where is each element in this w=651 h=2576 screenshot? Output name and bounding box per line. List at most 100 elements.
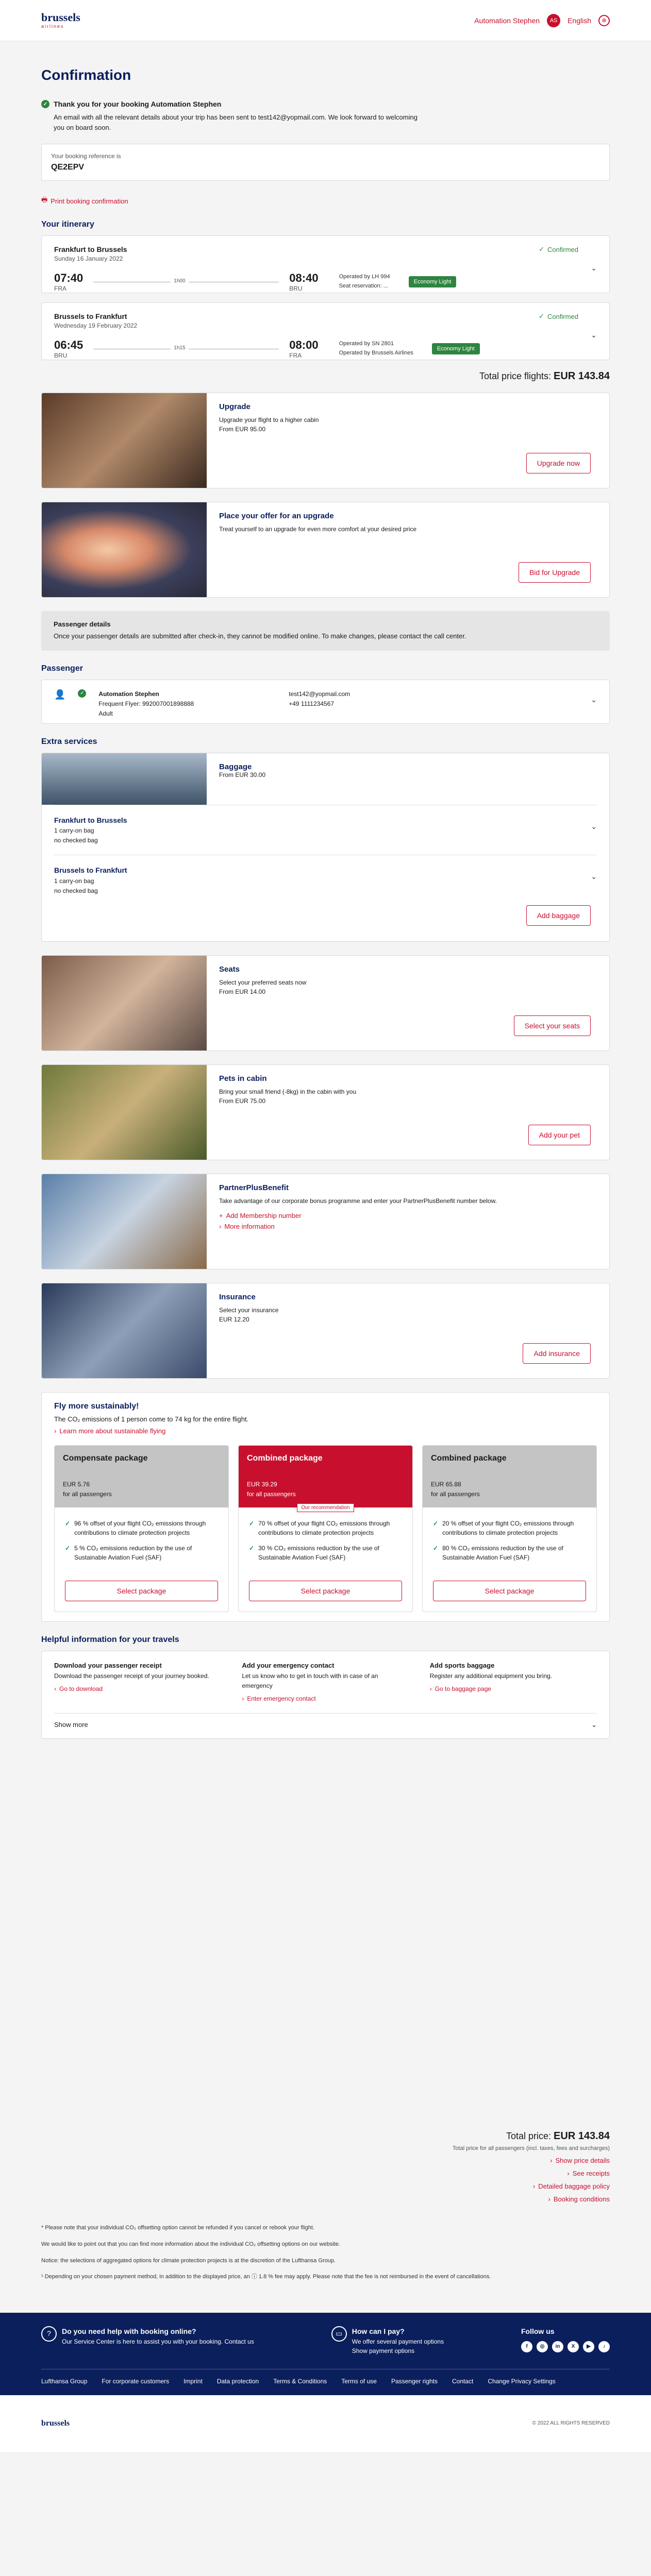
package-card: Combined package EUR 39.29 for all passeng… [238, 1445, 413, 1613]
bottom-bar: brussels © 2022 ALL RIGHTS RESERVED [0, 2395, 651, 2452]
youtube-icon[interactable]: ▶ [582, 2341, 594, 2352]
add-membership-link[interactable]: + Add Membership number [219, 1212, 597, 1219]
thanks-message: ✓ Thank you for your booking Automation S… [41, 97, 610, 132]
footer-link[interactable]: Contact [452, 2378, 473, 2385]
brand-logo[interactable]: brussels airlines [41, 12, 80, 29]
chevron-down-icon[interactable]: ⌄ [591, 331, 597, 340]
chevron-down-icon[interactable]: ⌄ [591, 696, 597, 704]
sustainable-flying-card: Fly more sustainably! The CO₂ emissions … [41, 1392, 610, 1622]
user-name[interactable]: Automation Stephen [474, 16, 540, 25]
baggage-page-link[interactable]: › Go to baggage page [430, 1684, 597, 1694]
chevron-down-icon[interactable]: ⌄ [591, 871, 597, 882]
check-icon: ✓ [539, 245, 545, 253]
linkedin-icon[interactable]: in [552, 2341, 563, 2352]
footer-logo[interactable]: brussels [41, 2419, 70, 2428]
add-insurance-button[interactable]: Add insurance [523, 1343, 591, 1364]
baggage-image [42, 753, 207, 805]
booking-reference: Your booking reference is QE2EPV [41, 144, 610, 181]
select-package-button[interactable]: Select package [249, 1581, 402, 1602]
passengers-image [42, 956, 207, 1051]
price-details-link[interactable]: › Show price details [550, 2157, 610, 2164]
status-badge: ✓ Confirmed [539, 245, 578, 253]
help-icon: ? [41, 2326, 57, 2342]
footer-total: Total price: EUR 143.84 Total price for … [452, 2130, 610, 2204]
flight-card[interactable]: Brussels to Frankfurt Wednesday 19 Febru… [41, 302, 610, 360]
check-icon: ✓ [41, 100, 49, 108]
download-link[interactable]: › Go to download [54, 1684, 221, 1694]
cabin-seat-image [42, 393, 207, 488]
footnotes: * Please note that your individual CO₂ o… [41, 2225, 491, 2280]
footer-link[interactable]: Imprint [183, 2378, 203, 2385]
total-price-flights: Total price flights: EUR 143.84 [479, 370, 610, 382]
business-people-image [42, 1174, 207, 1269]
flight-card[interactable]: Frankfurt to Brussels Sunday 16 January … [41, 235, 610, 293]
x-icon[interactable]: X [567, 2341, 579, 2352]
passenger-heading: Passenger [41, 664, 83, 673]
passenger-card[interactable]: 👤 ✓ Automation Stephen Frequent Flyer: 99… [41, 679, 610, 724]
top-header: brussels airlines Automation Stephen AS E… [0, 0, 651, 41]
insurance-card: Insurance Select your insurance EUR 12.20 A… [41, 1283, 610, 1379]
baggage-policy-link[interactable]: › Detailed baggage policy [533, 2182, 610, 2190]
partnerplus-card: PartnerPlusBenefit Take advantage of our … [41, 1174, 610, 1270]
baggage-card: Baggage From EUR 30.00 Frankfurt to Bruss… [41, 752, 610, 942]
passenger-details-notice: Passenger details Once your passenger de… [41, 611, 610, 651]
add-pet-button[interactable]: Add your pet [528, 1125, 591, 1146]
receipts-link[interactable]: › See receipts [567, 2170, 610, 2177]
footer-link[interactable]: For corporate customers [102, 2378, 169, 2385]
pets-card: Pets in cabin Bring your small friend (-8… [41, 1064, 610, 1161]
itinerary-heading: Your itinerary [41, 220, 94, 229]
select-seats-button[interactable]: Select your seats [513, 1015, 591, 1037]
footer-link[interactable]: Lufthansa Group [41, 2378, 87, 2385]
package-card: Combined package EUR 65.88 for all passeng… [422, 1445, 597, 1613]
extras-heading: Extra services [41, 737, 97, 746]
payment-options-link[interactable]: Show payment options [352, 2346, 444, 2355]
help-card: Download your passenger receipt Download … [41, 1651, 610, 1739]
learn-more-sustainable-link[interactable]: › Learn more about sustainable flying [54, 1427, 597, 1435]
airport-travellers-image [42, 1283, 207, 1379]
tiktok-icon[interactable]: ♪ [598, 2341, 610, 2352]
help-heading: Helpful information for your travels [41, 1635, 179, 1645]
show-more-toggle[interactable]: Show more ⌄ [54, 1713, 597, 1729]
globe-icon[interactable]: ⊕ [598, 14, 610, 26]
baggage-segment[interactable]: Brussels to Frankfurt 1 carry-on bag no ch… [54, 855, 597, 905]
bid-upgrade-card: Place your offer for an upgrade Treat yo… [41, 502, 610, 598]
printer-icon: 🖶 [41, 196, 48, 204]
person-icon: 👤 [54, 689, 66, 700]
avatar[interactable]: AS [547, 13, 561, 27]
chevron-down-icon: ⌄ [591, 1721, 597, 1729]
page-title: Confirmation [41, 67, 131, 83]
fare-badge: Economy Light [431, 343, 480, 354]
footer-link[interactable]: Change Privacy Settings [488, 2378, 555, 2385]
footer-link[interactable]: Passenger rights [391, 2378, 438, 2385]
language-selector[interactable]: English [567, 16, 591, 25]
recommendation-badge: Our recommendation [296, 1503, 355, 1513]
baggage-segment[interactable]: Frankfurt to Brussels 1 carry-on bag no ch… [54, 804, 597, 855]
status-badge: ✓ Confirmed [539, 312, 578, 320]
select-package-button[interactable]: Select package [65, 1581, 218, 1602]
footer-link[interactable]: Data protection [217, 2378, 259, 2385]
instagram-icon[interactable]: ◎ [536, 2341, 548, 2352]
chevron-down-icon[interactable]: ⌄ [591, 264, 597, 273]
select-package-button[interactable]: Select package [433, 1581, 586, 1602]
seats-card: Seats Select your preferred seats now From… [41, 955, 610, 1052]
credit-card-icon: ▭ [331, 2326, 347, 2342]
emergency-contact-link[interactable]: › Enter emergency contact [242, 1694, 409, 1704]
booking-conditions-link[interactable]: › Booking conditions [548, 2195, 610, 2203]
footer-link[interactable]: Terms & Conditions [273, 2378, 327, 2385]
bid-for-upgrade-button[interactable]: Bid for Upgrade [518, 562, 591, 583]
airplane-window-image [42, 502, 207, 597]
add-baggage-button[interactable]: Add baggage [526, 905, 591, 926]
check-icon: ✓ [78, 689, 87, 698]
more-information-link[interactable]: › More information [219, 1223, 597, 1230]
print-confirmation-link[interactable]: 🖶 Print booking confirmation [41, 195, 610, 207]
chevron-down-icon[interactable]: ⌄ [591, 821, 597, 832]
fare-badge: Economy Light [408, 276, 457, 287]
upgrade-card: Upgrade Upgrade your flight to a higher … [41, 393, 610, 488]
upgrade-now-button[interactable]: Upgrade now [526, 453, 591, 473]
service-footer: ? Do you need help with booking online? Ou… [0, 2312, 651, 2395]
check-icon: ✓ [539, 312, 545, 320]
facebook-icon[interactable]: f [521, 2341, 532, 2352]
package-card: Compensate package EUR 5.76 for all passen… [54, 1445, 229, 1613]
footer-link[interactable]: Terms of use [341, 2378, 377, 2385]
pet-image [42, 1065, 207, 1160]
